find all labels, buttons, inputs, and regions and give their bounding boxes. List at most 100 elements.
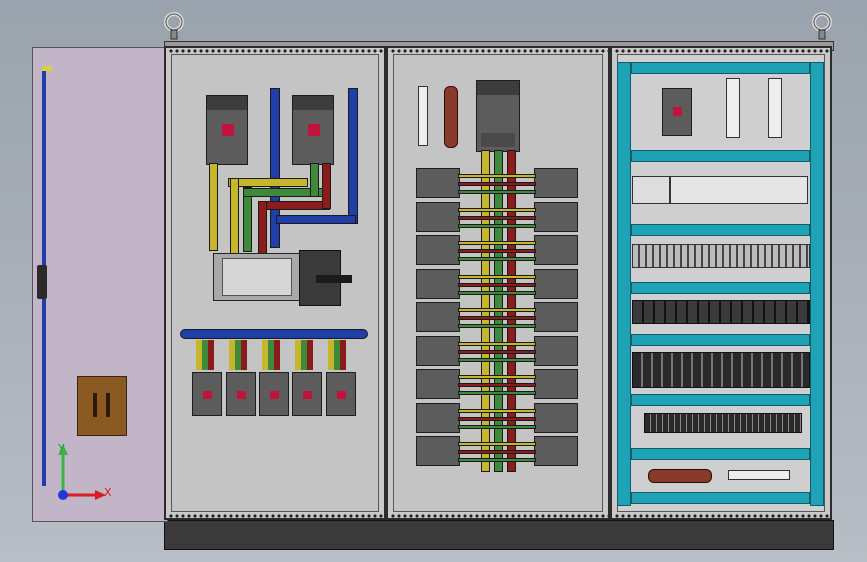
door-handle[interactable] <box>37 265 47 299</box>
horizontal-cable-duct <box>631 62 810 74</box>
branch-breaker-left[interactable] <box>416 335 460 366</box>
branch-link-yellow <box>458 375 536 379</box>
branch-link-yellow <box>458 408 536 413</box>
branch-link-green <box>458 190 536 194</box>
lifting-eye-right-icon <box>812 12 832 40</box>
branch-link-green <box>458 290 536 295</box>
busbar-yellow-1 <box>209 163 218 251</box>
branch-link-yellow <box>458 241 536 245</box>
terminal-block-row-2 <box>632 352 810 388</box>
branch-breaker-right[interactable] <box>534 201 578 232</box>
branch-breaker-right[interactable] <box>534 369 578 399</box>
branch-breaker-left[interactable] <box>416 402 460 433</box>
branch-link-yellow <box>458 308 536 312</box>
busbar-blue-2 <box>348 88 358 224</box>
left-panel-perforation-bottom <box>168 513 384 518</box>
plc-io-modules <box>670 176 808 204</box>
branch-link-green <box>458 257 536 261</box>
branch-link-yellow <box>458 442 536 446</box>
branch-link-yellow <box>458 174 536 178</box>
outgoing-breaker-2[interactable] <box>226 372 256 416</box>
left-panel-perforation-top <box>168 48 384 53</box>
right-neutral-bar <box>728 470 790 480</box>
busbar-red-3 <box>322 163 331 209</box>
branch-breaker-left[interactable] <box>416 168 460 198</box>
busbar-yellow-3 <box>230 178 239 256</box>
branch-breaker-left[interactable] <box>416 268 460 299</box>
horizontal-cable-duct <box>631 334 810 346</box>
branch-link-red <box>458 249 536 253</box>
busbar-green-3 <box>310 163 319 197</box>
middle-incoming-breaker[interactable] <box>476 80 520 152</box>
branch-link-red <box>458 450 536 454</box>
branch-breaker-left[interactable] <box>416 235 460 265</box>
distribution-busbar-blue <box>180 329 368 339</box>
busbar-yellow-2 <box>228 178 308 187</box>
branch-link-red <box>458 215 536 220</box>
horizontal-cable-duct <box>631 150 810 162</box>
branch-breaker-right[interactable] <box>534 402 578 433</box>
neutral-terminal-bar <box>418 86 428 146</box>
middle-panel-perforation-bottom <box>390 513 608 518</box>
branch-breaker-right[interactable] <box>534 335 578 366</box>
horizontal-cable-duct <box>631 282 810 294</box>
branch-link-red <box>458 416 536 421</box>
document-pocket <box>77 376 127 436</box>
control-breaker[interactable] <box>662 88 692 136</box>
branch-breaker-right[interactable] <box>534 235 578 265</box>
main-switch-body <box>213 253 301 301</box>
branch-breaker-right[interactable] <box>534 168 578 198</box>
branch-breaker-right[interactable] <box>534 302 578 332</box>
branch-link-red <box>458 282 536 287</box>
right-panel-perforation-top <box>614 48 830 53</box>
earth-terminal-bar <box>444 86 458 148</box>
right-panel-perforation-bottom <box>614 513 830 518</box>
branch-breaker-left[interactable] <box>416 436 460 466</box>
incoming-breaker-2[interactable] <box>292 95 334 165</box>
branch-breaker-left[interactable] <box>416 369 460 399</box>
busbar-blue-1 <box>270 88 280 248</box>
lifting-eye-left-icon <box>164 12 184 40</box>
branch-link-green <box>458 324 536 328</box>
busbar-red-1 <box>258 201 330 210</box>
cabinet-plinth <box>164 520 834 550</box>
incoming-breaker-1[interactable] <box>206 95 248 165</box>
busbar-red-2 <box>258 201 267 255</box>
axis-y-label: Y <box>58 442 65 455</box>
outgoing-breaker-4[interactable] <box>292 372 322 416</box>
cad-3d-viewport[interactable]: Y X <box>0 0 867 562</box>
branch-breaker-right[interactable] <box>534 268 578 299</box>
branch-link-green <box>458 223 536 228</box>
terminal-block-row-3 <box>644 413 802 433</box>
branch-link-green <box>458 424 536 429</box>
branch-link-yellow <box>458 341 536 346</box>
horizontal-cable-duct <box>631 394 810 406</box>
branch-breaker-right[interactable] <box>534 436 578 466</box>
outgoing-breaker-1[interactable] <box>192 372 222 416</box>
right-earth-bar <box>648 469 712 483</box>
door-hinge <box>42 66 52 71</box>
horizontal-cable-duct <box>631 448 810 460</box>
terminal-block-row-1 <box>632 244 810 268</box>
branch-link-red <box>458 182 536 186</box>
branch-breaker-left[interactable] <box>416 302 460 332</box>
outgoing-breaker-5[interactable] <box>326 372 356 416</box>
branch-link-yellow <box>458 207 536 212</box>
branch-link-red <box>458 349 536 354</box>
branch-breaker-left[interactable] <box>416 201 460 232</box>
branch-busbars <box>196 340 356 370</box>
plc-power-module <box>632 176 670 204</box>
horizontal-cable-duct <box>631 224 810 236</box>
branch-link-yellow <box>458 274 536 279</box>
outgoing-breaker-3[interactable] <box>259 372 289 416</box>
middle-panel-perforation-top <box>390 48 608 53</box>
branch-link-green <box>458 391 536 395</box>
branch-link-red <box>458 316 536 320</box>
axis-x-label: X <box>104 486 112 499</box>
power-supply-1 <box>726 78 740 138</box>
branch-link-green <box>458 458 536 462</box>
main-switch-operator[interactable] <box>299 250 352 306</box>
branch-link-red <box>458 383 536 387</box>
relay-row <box>632 300 810 324</box>
branch-link-green <box>458 357 536 362</box>
